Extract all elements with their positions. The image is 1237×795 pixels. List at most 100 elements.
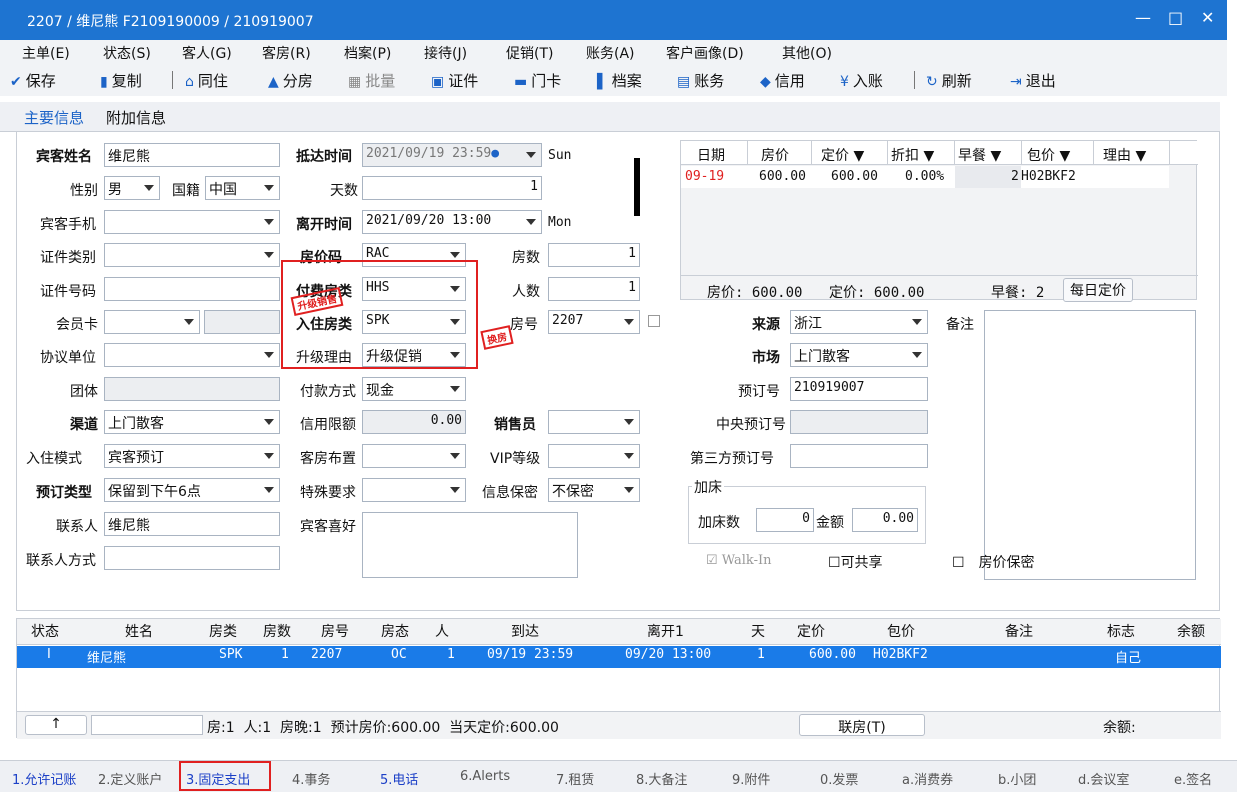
departure-datetime[interactable]: 2021/09/20 13:00 [362, 210, 542, 234]
tab-voucher[interactable]: a.消费券 [902, 769, 953, 788]
rate-col-discount[interactable]: 折扣 ▼ [891, 145, 934, 165]
menu-guest[interactable]: 客人(G) [182, 43, 232, 63]
menu-profile[interactable]: 客户画像(D) [666, 43, 744, 63]
col-balance[interactable]: 余额 [1177, 621, 1205, 641]
credit-button[interactable]: ◆ 信用 [760, 70, 805, 91]
extra-bed-count-input[interactable]: 0 [756, 508, 814, 532]
room-lock-checkbox[interactable] [648, 315, 660, 327]
minimize-button[interactable]: — [1135, 8, 1151, 27]
col-arrival[interactable]: 到达 [511, 621, 539, 641]
room-layout-select[interactable] [362, 444, 466, 468]
tab-alerts[interactable]: 6.Alerts [460, 769, 510, 784]
refresh-button[interactable]: ↻ 刷新 [926, 70, 972, 91]
tab-big-remark[interactable]: 8.大备注 [636, 769, 687, 788]
rooms-input[interactable]: 1 [548, 243, 640, 267]
id-type-select[interactable] [104, 243, 280, 267]
tab-allow-posting[interactable]: 1.允许记账 [12, 769, 76, 788]
menu-main[interactable]: 主单(E) [22, 43, 70, 63]
tab-attachments[interactable]: 9.附件 [732, 769, 770, 788]
daily-rate-button[interactable]: 每日定价 [1063, 278, 1133, 302]
col-rooms[interactable]: 房数 [263, 621, 291, 641]
pay-method-select[interactable]: 现金 [362, 377, 466, 401]
contact-way-input[interactable] [104, 546, 280, 570]
menu-reception[interactable]: 接待(J) [424, 43, 467, 63]
col-room-no[interactable]: 房号 [321, 621, 349, 641]
post-button[interactable]: ¥ 入账 [840, 70, 883, 91]
col-room-state[interactable]: 房态 [381, 621, 409, 641]
id-number-input[interactable] [104, 277, 280, 301]
rate-col-date[interactable]: 日期 [697, 145, 725, 165]
tab-lease[interactable]: 7.租赁 [556, 769, 594, 788]
col-flag[interactable]: 标志 [1107, 621, 1135, 641]
contact-input[interactable]: 维尼熊 [104, 512, 280, 536]
rate-col-price[interactable]: 房价 [761, 145, 789, 165]
tab-phone[interactable]: 5.电话 [380, 769, 418, 788]
tab-define-account[interactable]: 2.定义账户 [98, 769, 162, 788]
preference-textarea[interactable] [362, 512, 578, 578]
tab-affairs[interactable]: 4.事务 [292, 769, 330, 788]
account-button[interactable]: ▤ 账务 [677, 70, 724, 91]
col-name[interactable]: 姓名 [125, 621, 153, 641]
cohabit-button[interactable]: ⌂ 同住 [185, 70, 228, 91]
days-input[interactable]: 1 [362, 176, 542, 200]
rate-col-reason[interactable]: 理由 ▼ [1103, 145, 1146, 165]
shareable-checkbox[interactable]: ☐可共享 [828, 552, 883, 572]
rate-col-fixed[interactable]: 定价 ▼ [821, 145, 864, 165]
col-departure[interactable]: 离开1 [647, 621, 684, 641]
persons-input[interactable]: 1 [548, 277, 640, 301]
vip-select[interactable] [548, 444, 640, 468]
table-row[interactable] [17, 646, 1221, 668]
rate-col-breakfast[interactable]: 早餐 ▼ [958, 145, 1001, 165]
member-card-select[interactable] [104, 310, 200, 334]
certificate-button[interactable]: ▣ 证件 [431, 70, 478, 91]
col-package[interactable]: 包价 [887, 621, 915, 641]
amount-input[interactable]: 0.00 [852, 508, 918, 532]
door-card-button[interactable]: ▬ 门卡 [514, 70, 561, 91]
salesperson-select[interactable] [548, 410, 640, 434]
third-party-no-input[interactable] [790, 444, 928, 468]
gender-select[interactable]: 男 [104, 176, 160, 200]
room-number-select[interactable]: 2207 [548, 310, 640, 334]
col-status[interactable]: 状态 [31, 621, 59, 641]
tab-extra[interactable]: 附加信息 [106, 107, 166, 128]
save-button[interactable]: ✔ 保存 [10, 70, 56, 91]
batch-button[interactable]: ▦ 批量 [348, 70, 395, 91]
col-room-type[interactable]: 房类 [209, 621, 237, 641]
tab-small-group[interactable]: b.小团 [998, 769, 1036, 788]
link-room-button[interactable]: 联房(T) [799, 714, 925, 736]
tab-signature[interactable]: e.签名 [1174, 769, 1212, 788]
col-days[interactable]: 天 [751, 621, 765, 641]
maximize-button[interactable]: □ [1168, 8, 1183, 27]
rate-col-package[interactable]: 包价 ▼ [1027, 145, 1070, 165]
guest-name-input[interactable]: 维尼熊 [104, 143, 280, 167]
up-button[interactable]: ↑ [25, 715, 87, 735]
reservation-no-field[interactable]: 210919007 [790, 377, 928, 401]
close-button[interactable]: ✕ [1201, 8, 1214, 27]
menu-archive[interactable]: 档案(P) [344, 43, 391, 63]
channel-select[interactable]: 上门散客 [104, 410, 280, 434]
menu-status[interactable]: 状态(S) [103, 43, 151, 63]
menu-promo[interactable]: 促销(T) [506, 43, 553, 63]
menu-other[interactable]: 其他(O) [782, 43, 832, 63]
market-select[interactable]: 上门散客 [790, 343, 928, 367]
footer-input[interactable] [91, 715, 203, 735]
menu-account[interactable]: 账务(A) [586, 43, 635, 63]
archive-button[interactable]: ▌ 档案 [597, 70, 642, 91]
rate-secret-checkbox[interactable]: ☐ 房价保密 [952, 552, 1035, 572]
tab-meeting-room[interactable]: d.会议室 [1078, 769, 1129, 788]
nationality-select[interactable]: 中国 [205, 176, 280, 200]
arrival-datetime[interactable]: 2021/09/19 23:59● [362, 143, 542, 167]
remark-textarea[interactable] [984, 310, 1196, 580]
checkin-mode-select[interactable]: 宾客预订 [104, 444, 280, 468]
tab-invoice[interactable]: 0.发票 [820, 769, 858, 788]
privacy-select[interactable]: 不保密 [548, 478, 640, 502]
col-price[interactable]: 定价 [797, 621, 825, 641]
agreement-select[interactable] [104, 343, 280, 367]
rate-grid-row[interactable]: 09-19 600.00 600.00 0.00% 2 H02BKF2 [681, 166, 1169, 188]
mobile-select[interactable] [104, 210, 280, 234]
split-room-button[interactable]: ▲ 分房 [268, 70, 313, 91]
walkin-checkbox[interactable]: ☑ Walk-In [706, 553, 772, 568]
source-select[interactable]: 浙江 [790, 310, 928, 334]
exit-button[interactable]: ⇥ 退出 [1010, 70, 1056, 91]
menu-room[interactable]: 客房(R) [262, 43, 311, 63]
